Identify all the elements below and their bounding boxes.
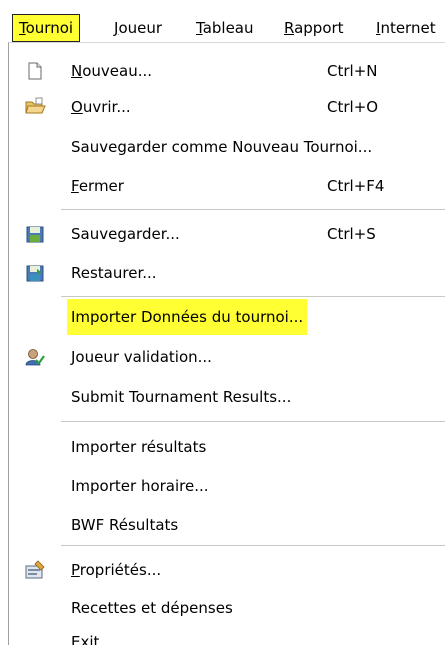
- menu-item-submit-results-label: Submit Tournament Results...: [71, 388, 292, 406]
- menu-item-close[interactable]: Fermer Ctrl+F4: [9, 168, 445, 204]
- app-window: Tournoi Joueur Tableau Rapport Internet …: [0, 0, 445, 645]
- new-document-icon: [24, 61, 46, 81]
- menu-item-properties-label: Propriétés...: [71, 561, 162, 579]
- menu-item-import-tournament-data[interactable]: Importer Données du tournoi...: [9, 299, 445, 335]
- save-disk-icon: [24, 224, 46, 244]
- restore-disk-icon: [24, 263, 46, 283]
- menu-bar: Tournoi Joueur Tableau Rapport Internet: [0, 0, 445, 46]
- menu-item-player-validation[interactable]: Joueur validation...: [9, 339, 445, 375]
- menu-item-exit-label: Exit: [71, 633, 100, 645]
- open-folder-icon: [24, 97, 46, 117]
- menu-item-import-schedule[interactable]: Importer horaire...: [9, 468, 445, 504]
- tournoi-dropdown-menu: Nouveau... Ctrl+N Ouvrir... Ctrl+O Sauve…: [8, 42, 445, 645]
- menu-item-import-tournament-data-label: Importer Données du tournoi...: [67, 299, 308, 335]
- menu-item-new-shortcut: Ctrl+N: [327, 62, 378, 80]
- menu-item-save-as-new[interactable]: Sauvegarder comme Nouveau Tournoi...: [9, 129, 445, 165]
- menu-tableau[interactable]: Tableau: [190, 14, 260, 42]
- menu-item-save[interactable]: Sauvegarder... Ctrl+S: [9, 216, 445, 252]
- menu-item-income-expenses-label: Recettes et dépenses: [71, 599, 233, 617]
- menu-item-restore-label: Restaurer...: [71, 264, 157, 282]
- menu-item-import-results[interactable]: Importer résultats: [9, 429, 445, 465]
- menu-item-close-shortcut: Ctrl+F4: [327, 177, 385, 195]
- menu-separator: [61, 421, 445, 422]
- menu-separator: [61, 209, 445, 210]
- menu-tournoi[interactable]: Tournoi: [12, 14, 81, 42]
- menu-item-open-shortcut: Ctrl+O: [327, 98, 379, 116]
- menu-item-player-validation-label: Joueur validation...: [71, 348, 212, 366]
- menu-item-exit[interactable]: Exit: [9, 624, 445, 645]
- menu-item-income-expenses[interactable]: Recettes et dépenses: [9, 590, 445, 626]
- menu-item-close-label: Fermer: [71, 177, 124, 195]
- menu-internet[interactable]: Internet: [370, 14, 442, 42]
- menu-item-submit-results[interactable]: Submit Tournament Results...: [9, 379, 445, 415]
- menu-item-import-results-label: Importer résultats: [71, 438, 207, 456]
- menu-joueur[interactable]: Joueur: [108, 14, 168, 42]
- menu-item-save-shortcut: Ctrl+S: [327, 225, 376, 243]
- menu-item-save-as-new-label: Sauvegarder comme Nouveau Tournoi...: [71, 138, 373, 156]
- menu-item-save-label: Sauvegarder...: [71, 225, 180, 243]
- menu-separator: [61, 296, 445, 297]
- user-check-icon: [24, 347, 46, 367]
- menu-item-new[interactable]: Nouveau... Ctrl+N: [9, 53, 445, 89]
- menu-item-properties[interactable]: Propriétés...: [9, 552, 445, 588]
- menu-item-open[interactable]: Ouvrir... Ctrl+O: [9, 89, 445, 125]
- menu-item-new-label: Nouveau...: [71, 62, 153, 80]
- menu-item-bwf-results-label: BWF Résultats: [71, 516, 179, 534]
- menu-item-restore[interactable]: Restaurer...: [9, 255, 445, 291]
- properties-icon: [24, 560, 46, 580]
- menu-item-import-schedule-label: Importer horaire...: [71, 477, 209, 495]
- menu-item-open-label: Ouvrir...: [71, 98, 131, 116]
- menu-separator: [61, 545, 445, 546]
- menu-rapport[interactable]: Rapport: [278, 14, 350, 42]
- menu-item-bwf-results[interactable]: BWF Résultats: [9, 507, 445, 543]
